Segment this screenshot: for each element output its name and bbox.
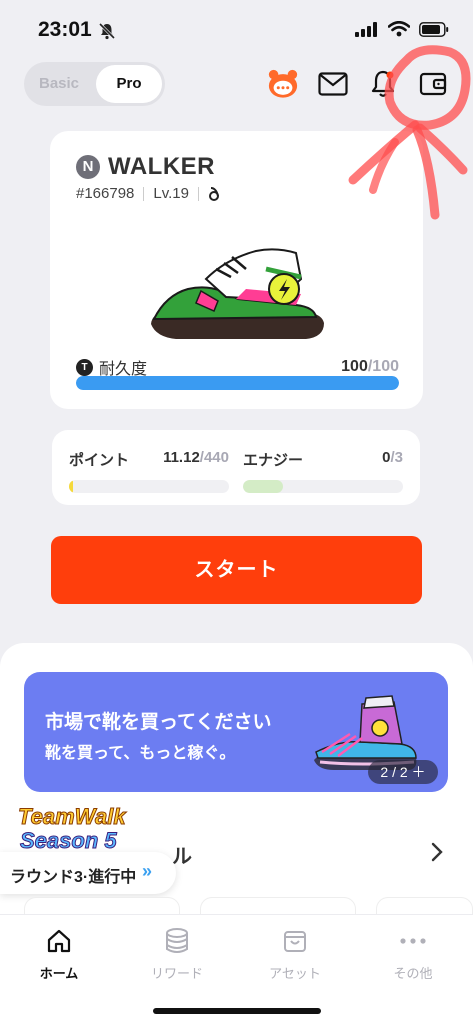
sneaker-meta: #166798 Lv.19 <box>76 185 220 202</box>
home-indicator <box>153 1008 321 1014</box>
teamwalk-logo-season: Season 5 <box>20 828 118 854</box>
teamwalk-round-status: ラウンド3·進行中 <box>10 869 137 886</box>
bell-icon[interactable] <box>367 68 399 100</box>
energy-max: /3 <box>390 449 403 466</box>
durability-badge: T <box>76 358 93 376</box>
coins-icon <box>166 928 188 953</box>
status-time: 23:01 <box>38 18 92 41</box>
tab-assets[interactable]: アセット <box>236 927 354 982</box>
more-icon <box>400 938 426 944</box>
points-value: 11.12 <box>163 449 200 466</box>
tab-label: ホーム <box>39 966 79 981</box>
bag-icon <box>284 931 306 952</box>
mode-toggle[interactable]: Basic Pro <box>24 62 165 106</box>
double-chevron-icon: » <box>142 861 153 881</box>
signal-icon <box>355 21 377 37</box>
wallet-icon[interactable] <box>417 68 449 100</box>
tab-label: リワード <box>150 966 203 981</box>
points-bar <box>69 480 229 493</box>
energy-bar <box>243 480 403 493</box>
tab-label: その他 <box>393 966 433 981</box>
banner-title: 市場で靴を買ってください <box>45 712 272 733</box>
mode-pro-option[interactable]: Pro <box>96 65 162 103</box>
tab-more[interactable]: その他 <box>354 927 472 982</box>
tab-rewards[interactable]: リワード <box>118 927 236 982</box>
sneaker-name: WALKER <box>108 153 215 180</box>
durability-bar <box>76 376 399 390</box>
banner-pager[interactable]: 2 / 2 ＋ <box>368 760 438 784</box>
energy-bar-fill <box>243 480 283 493</box>
status-indicators <box>355 21 449 37</box>
sneaker-name-row: N WALKER <box>76 153 215 181</box>
tab-home[interactable]: ホーム <box>0 927 118 982</box>
status-bar: 23:01 <box>0 0 473 56</box>
mail-icon[interactable] <box>317 68 349 100</box>
gender-icon <box>209 186 219 201</box>
sneaker-rarity-badge: N <box>76 155 100 179</box>
teamwalk-widget[interactable]: ラウンド3·進行中 » TeamWalk Season 5 <box>0 800 178 896</box>
banner-subtitle: 靴を買って、もっと稼ぐ。 <box>45 745 236 762</box>
sneaker-level: Lv.19 <box>153 185 189 202</box>
chevron-right-icon[interactable] <box>431 842 443 862</box>
teamwalk-round-pill[interactable]: ラウンド3·進行中 » <box>0 852 176 894</box>
start-button[interactable]: スタート <box>51 536 422 604</box>
durability-value: 100 <box>341 358 368 375</box>
points-stat: ポイント 11.12/440 <box>69 449 229 493</box>
durability-max: /100 <box>367 358 399 375</box>
sneaker-card[interactable]: N WALKER #166798 Lv.19 T 耐久度 100/100 <box>50 131 423 409</box>
wifi-icon <box>388 21 410 37</box>
market-banner[interactable]: 市場で靴を買ってください 靴を買って、もっと稼ぐ。 2 / 2 ＋ <box>24 672 448 792</box>
top-actions <box>267 68 449 100</box>
home-icon <box>47 929 71 953</box>
teamwalk-logo-title: TeamWalk <box>18 804 127 830</box>
tab-label: アセット <box>269 966 321 981</box>
energy-stat: エナジー 0/3 <box>243 449 403 493</box>
divider <box>143 186 145 201</box>
sneaker-image <box>151 248 324 339</box>
mascot-chat-icon[interactable] <box>267 68 299 100</box>
points-max: /440 <box>199 449 229 466</box>
stats-card: ポイント 11.12/440 エナジー 0/3 <box>52 430 420 505</box>
bell-off-icon <box>98 22 116 40</box>
points-bar-fill <box>69 480 73 493</box>
mode-basic-option[interactable]: Basic <box>24 62 94 106</box>
sneaker-id: #166798 <box>76 185 135 202</box>
battery-icon <box>419 21 449 37</box>
durability-bar-fill <box>76 376 399 390</box>
divider <box>198 186 199 201</box>
points-label: ポイント <box>69 452 130 469</box>
energy-label: エナジー <box>243 452 304 469</box>
